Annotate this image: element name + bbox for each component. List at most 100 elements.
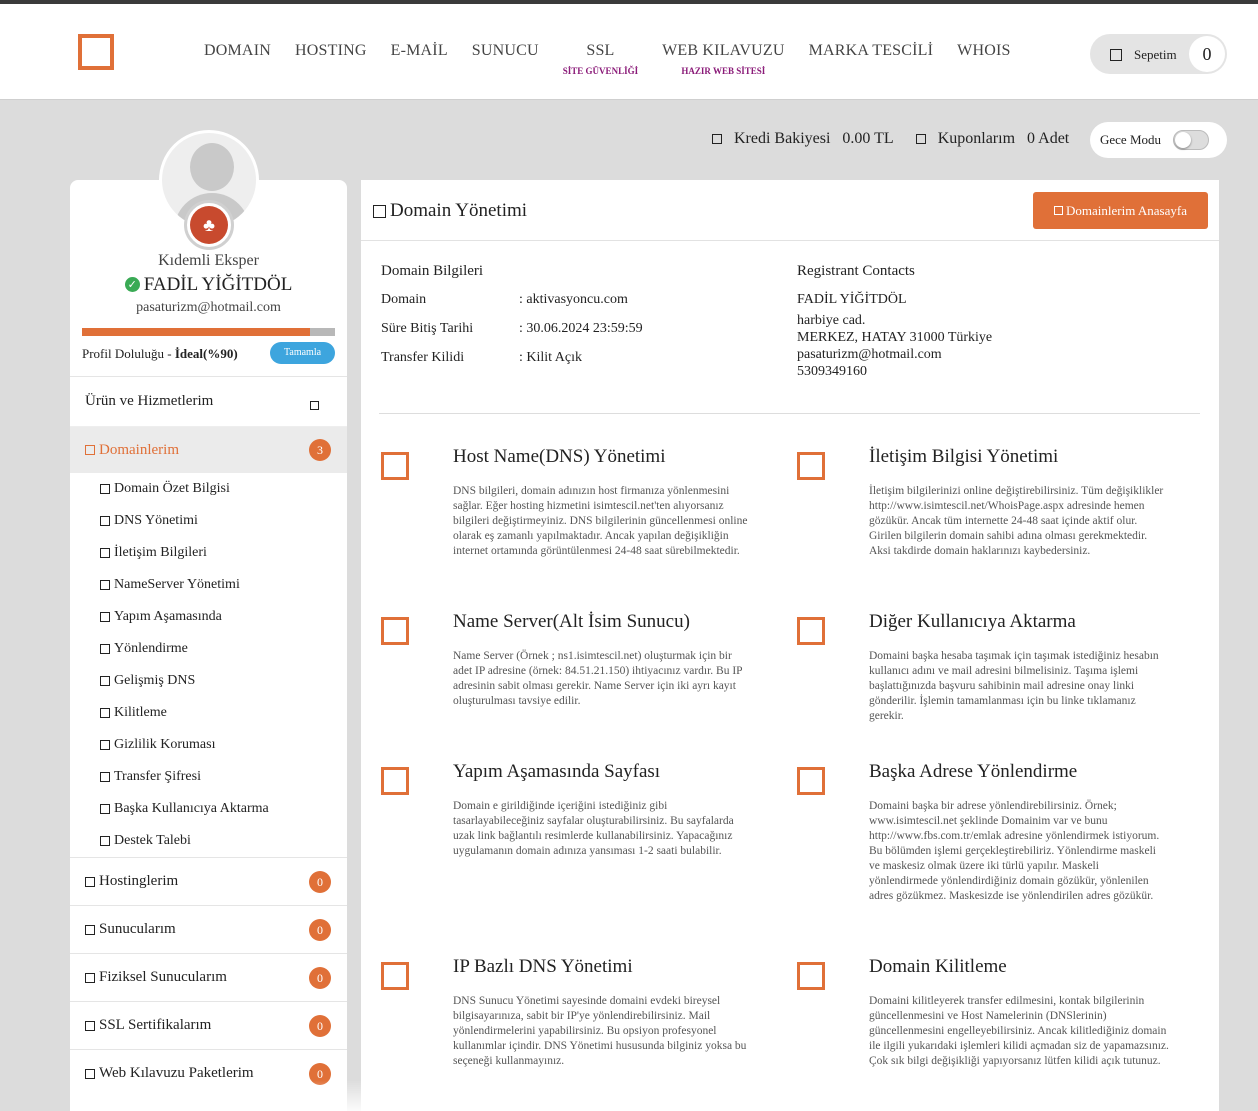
submenu-item[interactable]: Destek Talebi xyxy=(70,825,347,857)
sidebar-item-fiziksel-sunucularim[interactable]: Fiziksel Sunucularım 0 xyxy=(70,953,347,1001)
site-header: DOMAIN HOSTING E-MAİL SUNUCU SSL SİTE GÜV… xyxy=(0,4,1258,100)
complete-profile-button[interactable]: Tamamla xyxy=(270,342,335,364)
profile-progress-bar xyxy=(82,328,335,336)
page-title: Domain Yönetimi xyxy=(373,200,527,222)
item-icon xyxy=(100,580,110,590)
info-value: : 30.06.2024 23:59:59 xyxy=(519,321,643,336)
contact-line: 5309349160 xyxy=(797,364,867,379)
item-icon xyxy=(100,548,110,558)
submenu-item[interactable]: Transfer Şifresi xyxy=(70,761,347,793)
tree-icon: ♣ xyxy=(190,206,228,244)
credit-balance[interactable]: Kredi Bakiyesi 0.00 TL xyxy=(712,130,894,148)
credit-value: 0.00 TL xyxy=(842,130,894,147)
count-badge: 0 xyxy=(309,967,331,989)
domain-count-badge: 3 xyxy=(309,439,331,461)
nav-ssl[interactable]: SSL SİTE GÜVENLİĞİ xyxy=(551,42,650,76)
wallet-icon xyxy=(712,134,722,144)
nav-marka-tescili[interactable]: MARKA TESCİLİ xyxy=(797,42,946,76)
nav-domain[interactable]: DOMAIN xyxy=(192,42,283,76)
sidebar-item-domainlerim[interactable]: Domainlerim 3 xyxy=(70,427,347,473)
coupons[interactable]: Kuponlarım 0 Adet xyxy=(915,130,1070,148)
night-mode: Gece Modu xyxy=(1090,122,1227,158)
item-icon xyxy=(85,1020,95,1031)
nav-ssl-sub: SİTE GÜVENLİĞİ xyxy=(562,66,639,76)
main-header: Domain Yönetimi Domainlerim Anasayfa xyxy=(361,180,1219,241)
sidebar-item-ssl-sertifikalarim[interactable]: SSL Sertifikalarım 0 xyxy=(70,1001,347,1049)
item-icon xyxy=(100,612,110,622)
item-icon xyxy=(85,876,95,887)
item-icon xyxy=(85,1068,95,1079)
submenu-item[interactable]: İletişim Bilgileri xyxy=(70,537,347,569)
submenu-item[interactable]: NameServer Yönetimi xyxy=(70,569,347,601)
submenu-item[interactable]: Yönlendirme xyxy=(70,633,347,665)
item-icon xyxy=(100,676,110,686)
contact-line: harbiye cad. xyxy=(797,313,866,328)
item-icon xyxy=(85,924,95,935)
cart-count: 0 xyxy=(1189,36,1225,72)
contact-line: MERKEZ, HATAY 31000 Türkiye xyxy=(797,330,993,345)
main-nav: DOMAIN HOSTING E-MAİL SUNUCU SSL SİTE GÜV… xyxy=(192,42,1023,76)
divider xyxy=(379,413,1200,414)
sidebar-item-sunucularim[interactable]: Sunucularım 0 xyxy=(70,905,347,953)
nav-whois[interactable]: WHOIS xyxy=(945,42,1022,76)
coupon-icon xyxy=(915,134,926,144)
info-label: Domain xyxy=(381,292,427,307)
count-badge: 0 xyxy=(309,919,331,941)
item-icon xyxy=(100,484,110,494)
feature-icon xyxy=(797,452,825,480)
credit-label: Kredi Bakiyesi xyxy=(734,130,831,147)
sidebar-item-hostinglerim[interactable]: Hostinglerim 0 xyxy=(70,857,347,905)
item-icon xyxy=(100,708,110,718)
item-icon xyxy=(100,516,110,526)
profile-completion: Profil Doluluğu - İdeal(%90) xyxy=(82,346,238,361)
nav-web-kilavuzu[interactable]: WEB KILAVUZU HAZIR WEB SİTESİ xyxy=(650,42,797,76)
count-badge: 0 xyxy=(309,871,331,893)
domains-home-button[interactable]: Domainlerim Anasayfa xyxy=(1033,192,1208,229)
profile-progress-fill xyxy=(82,328,310,336)
coupons-value: 0 Adet xyxy=(1027,130,1070,147)
submenu-item[interactable]: DNS Yönetimi xyxy=(70,505,347,537)
feature-icon xyxy=(797,962,825,990)
info-value: : aktivasyoncu.com xyxy=(519,292,628,307)
bottom-fade xyxy=(200,1080,1100,1111)
site-logo[interactable] xyxy=(78,34,114,70)
feature-icon xyxy=(381,962,409,990)
contact-line: FADİL YİĞİTDÖL xyxy=(797,292,907,307)
menu-header[interactable]: Ürün ve Hizmetlerim xyxy=(70,377,347,427)
domain-info-title: Domain Bilgileri xyxy=(381,263,484,279)
submenu-item[interactable]: Başka Kullanıcıya Aktarma xyxy=(70,793,347,825)
nav-web-kilavuzu-sub: HAZIR WEB SİTESİ xyxy=(681,66,766,76)
submenu-item[interactable]: Gizlilik Koruması xyxy=(70,729,347,761)
item-icon xyxy=(100,804,110,814)
coupons-label: Kuponlarım xyxy=(937,130,1016,147)
feature-icon xyxy=(381,767,409,795)
contacts-title: Registrant Contacts xyxy=(797,263,915,279)
submenu-item[interactable]: Domain Özet Bilgisi xyxy=(70,473,347,505)
submenu-item[interactable]: Gelişmiş DNS xyxy=(70,665,347,697)
toggle-knob xyxy=(1175,132,1191,148)
cart-label: Sepetim xyxy=(1134,47,1177,62)
feature-icon xyxy=(797,617,825,645)
title-icon xyxy=(373,204,386,218)
nav-email[interactable]: E-MAİL xyxy=(379,42,460,76)
verified-icon: ✓ xyxy=(124,277,140,292)
home-icon xyxy=(1054,206,1064,215)
night-mode-toggle[interactable] xyxy=(1173,130,1209,150)
night-mode-label: Gece Modu xyxy=(1100,132,1162,147)
collapse-icon[interactable] xyxy=(310,401,319,410)
cart-button[interactable]: Sepetim 0 xyxy=(1090,34,1227,74)
item-icon xyxy=(85,972,95,983)
submenu-item[interactable]: Kilitleme xyxy=(70,697,347,729)
rank-badge: ♣ xyxy=(184,200,234,250)
feature-icon xyxy=(381,617,409,645)
nav-hosting[interactable]: HOSTING xyxy=(283,42,379,76)
account-status-bar: Kredi Bakiyesi 0.00 TL Kuponlarım 0 Adet xyxy=(712,130,1091,148)
nav-sunucu[interactable]: SUNUCU xyxy=(460,42,551,76)
count-badge: 0 xyxy=(309,1015,331,1037)
info-value: : Kilit Açık xyxy=(519,350,582,365)
contact-line: pasaturizm@hotmail.com xyxy=(797,347,942,362)
item-icon xyxy=(100,740,110,750)
submenu-item[interactable]: Yapım Aşamasında xyxy=(70,601,347,633)
sidebar-menu: Ürün ve Hizmetlerim Domainlerim 3 Domain… xyxy=(70,376,347,1097)
feature-icon xyxy=(797,767,825,795)
